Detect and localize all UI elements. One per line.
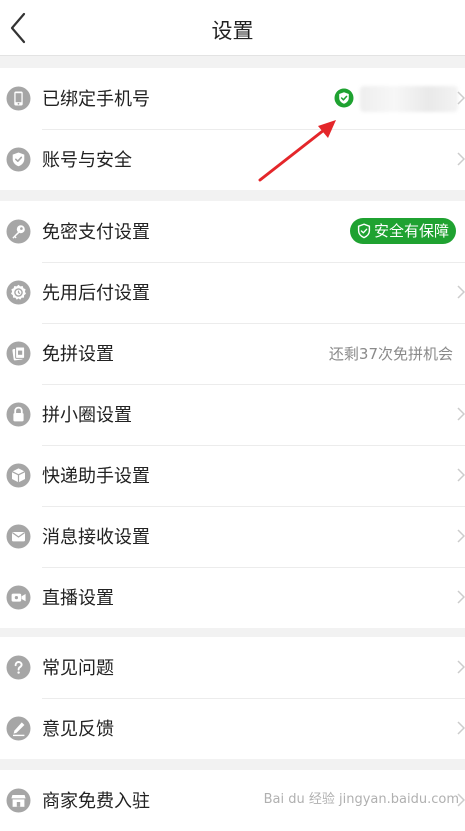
key-icon: [6, 219, 31, 244]
express-assistant-row[interactable]: 快递助手设置: [0, 445, 465, 506]
chevron-right-icon: [457, 528, 465, 544]
lock-icon: [6, 402, 31, 427]
package-icon: [6, 463, 31, 488]
chevron-right-icon: [457, 589, 465, 605]
chevron-right-icon: [457, 720, 465, 736]
faq-row[interactable]: 常见问题: [0, 637, 465, 698]
merchant-join-label: 商家免费入驻: [42, 791, 150, 812]
account-security-label: 账号与安全: [42, 150, 132, 171]
store-icon: [6, 788, 31, 813]
bound-phone-row[interactable]: 已绑定手机号: [0, 68, 465, 129]
pay-later-label: 先用后付设置: [42, 283, 150, 304]
pay-later-row[interactable]: 先用后付设置: [0, 262, 465, 323]
security-guarantee-badge: 安全有保障: [350, 218, 456, 244]
video-camera-icon: [6, 585, 31, 610]
page-title: 设置: [211, 19, 254, 43]
chevron-right-icon: [457, 90, 465, 106]
account-security-row[interactable]: 账号与安全: [0, 129, 465, 190]
masked-phone-number: [360, 86, 458, 112]
password-free-pay-row[interactable]: 免密支付设置 安全有保障: [0, 201, 465, 262]
feedback-label: 意见反馈: [42, 719, 114, 740]
free-group-buy-label: 免拼设置: [42, 344, 114, 365]
faq-label: 常见问题: [42, 658, 114, 679]
shield-icon: [6, 147, 31, 172]
phone-icon: [6, 86, 31, 111]
baidu-jingyan-watermark: Bai du 经验 jingyan.baidu.com: [263, 792, 459, 807]
account-section: 已绑定手机号 账号与安全: [0, 68, 465, 190]
question-icon: [6, 655, 31, 680]
chevron-right-icon: [457, 659, 465, 675]
chevron-right-icon: [457, 406, 465, 422]
verified-check-icon: [334, 88, 354, 108]
feedback-row[interactable]: 意见反馈: [0, 698, 465, 759]
security-guarantee-text: 安全有保障: [374, 222, 450, 240]
live-stream-label: 直播设置: [42, 588, 114, 609]
password-free-pay-label: 免密支付设置: [42, 222, 150, 243]
moments-settings-label: 拼小圈设置: [42, 405, 132, 426]
shield-check-icon: [357, 223, 371, 239]
live-stream-row[interactable]: 直播设置: [0, 567, 465, 628]
chevron-right-icon: [457, 284, 465, 300]
bound-phone-label: 已绑定手机号: [42, 89, 150, 110]
free-group-remaining-text: 还剩37次免拼机会: [328, 345, 453, 363]
top-navigation-bar: 设置: [0, 0, 465, 56]
payment-settings-section: 免密支付设置 安全有保障 先用后付设置 免拼设置 还剩37次免拼机会 拼小圈设置…: [0, 201, 465, 628]
message-receive-row[interactable]: 消息接收设置: [0, 506, 465, 567]
chevron-right-icon: [457, 151, 465, 167]
express-assistant-label: 快递助手设置: [42, 466, 150, 487]
pay-later-icon: [6, 280, 31, 305]
help-section: 常见问题 意见反馈: [0, 637, 465, 759]
chevron-right-icon: [457, 467, 465, 483]
message-receive-label: 消息接收设置: [42, 527, 150, 548]
mail-icon: [6, 524, 31, 549]
free-group-buy-row[interactable]: 免拼设置 还剩37次免拼机会: [0, 323, 465, 384]
moments-settings-row[interactable]: 拼小圈设置: [0, 384, 465, 445]
pencil-icon: [6, 716, 31, 741]
free-group-icon: [6, 341, 31, 366]
